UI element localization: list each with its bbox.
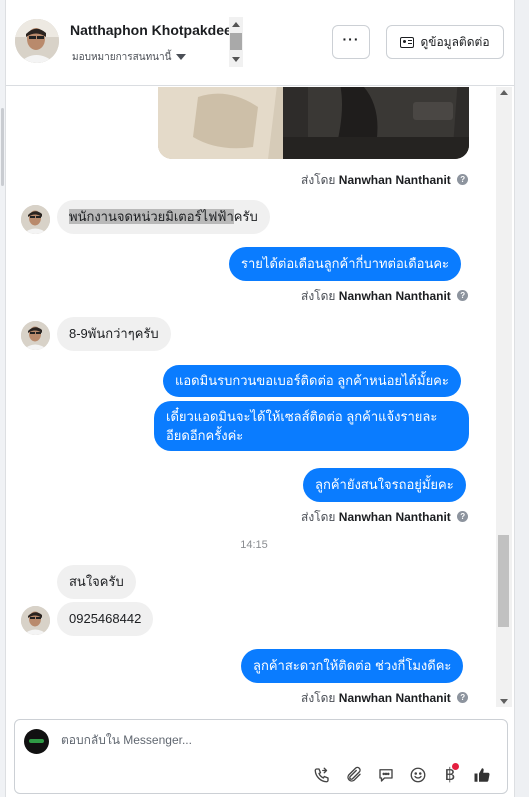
agent-name: Nanwhan Nanthanit <box>338 510 451 524</box>
agent-name: Nanwhan Nanthanit <box>338 691 451 705</box>
outgoing-message[interactable]: แอดมินรบกวนขอเบอร์ติดต่อ ลูกค้าหน่อยได้ม… <box>163 365 461 397</box>
car-interior-photo[interactable] <box>158 87 469 159</box>
view-contact-label: ดูข้อมูลติดต่อ <box>420 34 490 49</box>
info-icon[interactable]: ? <box>457 290 469 302</box>
timestamp-divider: 14:15 <box>240 539 268 551</box>
scroll-down-arrow-icon[interactable] <box>500 699 508 704</box>
scroll-up-arrow-icon[interactable] <box>232 22 240 27</box>
outgoing-message[interactable]: ลูกค้ายังสนใจรถอยู่มั้ยคะ <box>303 468 466 502</box>
thread-scrollbar[interactable] <box>496 87 512 707</box>
attachment-icon[interactable] <box>343 764 365 786</box>
info-icon[interactable]: ? <box>457 692 469 704</box>
left-edge-marker <box>1 108 4 186</box>
selected-text: พนักงานจดหน่วยมิเตอร์ไฟฟ้า <box>69 209 234 224</box>
saved-reply-icon[interactable] <box>375 764 397 786</box>
outgoing-message[interactable]: รายได้ต่อเดือนลูกค้ากี่บาทต่อเดือนคะ <box>229 247 462 281</box>
header-name-scrollbar[interactable] <box>229 17 243 67</box>
sent-by-label: ส่งโดย Nanwhan Nanthanit ? <box>301 689 469 707</box>
contact-avatar-small[interactable] <box>21 321 50 350</box>
sent-by-label: ส่งโดย Nanwhan Nanthanit ? <box>301 287 469 306</box>
phone-icon[interactable] <box>311 764 333 786</box>
incoming-message[interactable]: สนใจครับ <box>57 565 136 599</box>
more-dots-icon: ··· <box>342 31 360 47</box>
thumbs-up-icon[interactable] <box>471 764 493 786</box>
scroll-down-arrow-icon[interactable] <box>232 57 240 62</box>
contact-avatar-small[interactable] <box>21 606 50 635</box>
sent-by-label: ส่งโดย Nanwhan Nanthanit ? <box>301 508 469 527</box>
scroll-up-arrow-icon[interactable] <box>500 90 508 95</box>
outgoing-message[interactable]: ลูกค้าสะดวกให้ติดต่อ ช่วงกี่โมงดีคะ <box>241 649 464 683</box>
page-avatar <box>24 729 49 754</box>
outgoing-message[interactable]: เดี๋ยวแอดมินจะได้ให้เซลส์ติดต่อ ลูกค้าแจ… <box>154 401 469 451</box>
message-thread: ส่งโดย Nanwhan Nanthanit ? พนักงานจดหน่ว… <box>6 87 514 707</box>
assign-label: มอบหมายการสนทนานี้ <box>72 52 172 63</box>
agent-name: Nanwhan Nanthanit <box>338 289 451 303</box>
notification-dot <box>452 763 460 770</box>
reply-composer: ฿ <box>14 719 508 794</box>
conversation-header: Natthaphon Khotpakdee มอบหมายการสนทนานี้… <box>6 0 514 86</box>
contact-name[interactable]: Natthaphon Khotpakdee <box>70 22 230 38</box>
reply-input[interactable] <box>61 733 481 747</box>
agent-name: Nanwhan Nanthanit <box>338 173 451 187</box>
contact-avatar-small[interactable] <box>21 205 50 234</box>
scroll-thumb[interactable] <box>230 33 242 50</box>
view-contact-button[interactable]: ดูข้อมูลติดต่อ <box>386 25 504 59</box>
contact-avatar[interactable] <box>15 19 59 63</box>
incoming-message[interactable]: 8-9พันกว่าๆครับ <box>57 317 171 351</box>
emoji-icon[interactable] <box>407 764 429 786</box>
right-window-edge <box>514 0 529 797</box>
incoming-message[interactable]: พนักงานจดหน่วยมิเตอร์ไฟฟ้าครับ <box>57 200 270 234</box>
baht-payment-icon[interactable]: ฿ <box>439 763 461 786</box>
info-icon[interactable]: ? <box>457 511 469 523</box>
scroll-thumb[interactable] <box>498 535 509 627</box>
incoming-message[interactable]: 0925468442 <box>57 602 154 636</box>
sent-by-label: ส่งโดย Nanwhan Nanthanit ? <box>301 171 469 190</box>
composer-toolbar: ฿ <box>311 763 493 786</box>
info-icon[interactable]: ? <box>457 174 469 186</box>
assign-conversation-dropdown[interactable]: มอบหมายการสนทนานี้ <box>72 50 187 65</box>
contact-card-icon <box>400 36 415 48</box>
more-options-button[interactable]: ··· <box>332 25 370 59</box>
caret-down-icon <box>176 54 187 61</box>
